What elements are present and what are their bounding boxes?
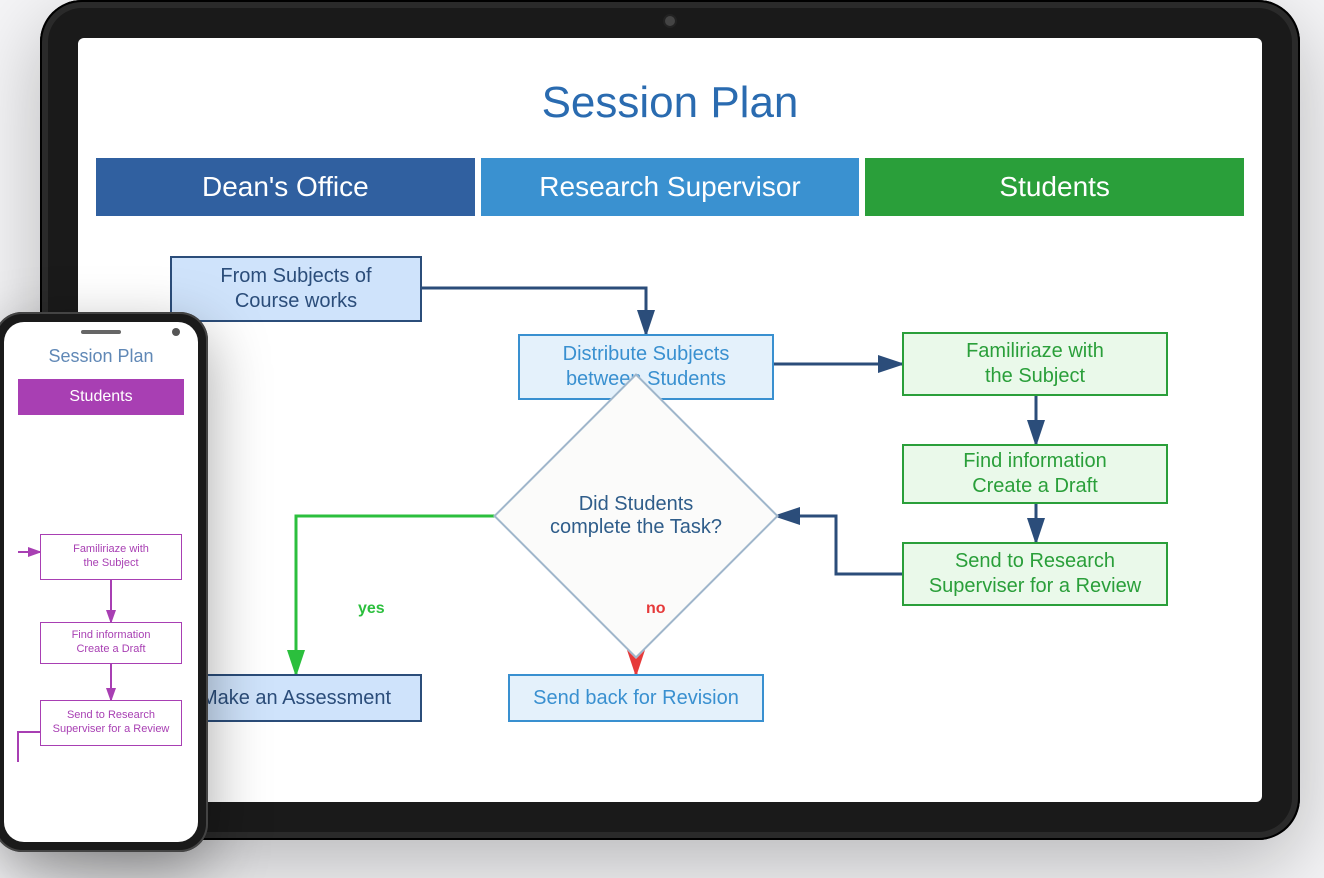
node-send-revision[interactable]: Send back for Revision (508, 674, 764, 722)
phone-node-familiarize[interactable]: Familiriaze withthe Subject (40, 534, 182, 580)
node-decision[interactable]: Did Studentscomplete the Task? (496, 436, 776, 596)
node-find-info[interactable]: Find informationCreate a Draft (902, 444, 1168, 504)
phone-lane-students: Students (18, 379, 184, 415)
lane-header-dean: Dean's Office (96, 158, 475, 216)
node-label: Find informationCreate a Draft (72, 629, 151, 657)
node-send-review[interactable]: Send to ResearchSuperviser for a Review (902, 542, 1168, 606)
phone-diagram-title: Session Plan (4, 346, 198, 367)
phone-screen: Session Plan Students (4, 322, 198, 842)
tablet-camera (665, 16, 675, 26)
canvas: Session Plan Dean's Office Research Supe… (0, 0, 1324, 878)
tablet-frame: Session Plan Dean's Office Research Supe… (40, 0, 1300, 840)
diagram-session-plan: Session Plan Dean's Office Research Supe… (78, 38, 1262, 802)
node-label: Send to ResearchSuperviser for a Review (53, 709, 170, 737)
phone-diagram: Session Plan Students (4, 322, 198, 842)
node-label: From Subjects ofCourse works (220, 264, 371, 314)
node-label: Did Studentscomplete the Task? (496, 436, 776, 596)
lane-header-supervisor: Research Supervisor (481, 158, 860, 216)
phone-frame: Session Plan Students (0, 312, 208, 852)
edge-label-no: no (646, 600, 666, 618)
node-label: Familiriaze withthe Subject (73, 543, 149, 571)
node-label: Send to ResearchSuperviser for a Review (929, 549, 1141, 599)
swimlane-headers: Dean's Office Research Supervisor Studen… (96, 158, 1244, 216)
tablet-device: Session Plan Dean's Office Research Supe… (40, 0, 1300, 840)
phone-node-send-review[interactable]: Send to ResearchSuperviser for a Review (40, 700, 182, 746)
diagram-body: From Subjects ofCourse works Distribute … (96, 216, 1244, 784)
phone-device: Session Plan Students (0, 312, 208, 852)
diagram-title: Session Plan (78, 78, 1262, 128)
lane-header-students: Students (865, 158, 1244, 216)
node-familiarize[interactable]: Familiriaze withthe Subject (902, 332, 1168, 396)
tablet-screen: Session Plan Dean's Office Research Supe… (78, 38, 1262, 802)
node-label: Find informationCreate a Draft (963, 449, 1106, 499)
node-label: Familiriaze withthe Subject (966, 339, 1104, 389)
phone-node-find-info[interactable]: Find informationCreate a Draft (40, 622, 182, 664)
edge-label-yes: yes (358, 600, 385, 618)
node-label: Send back for Revision (533, 686, 739, 711)
node-label: Make an Assessment (201, 686, 391, 711)
